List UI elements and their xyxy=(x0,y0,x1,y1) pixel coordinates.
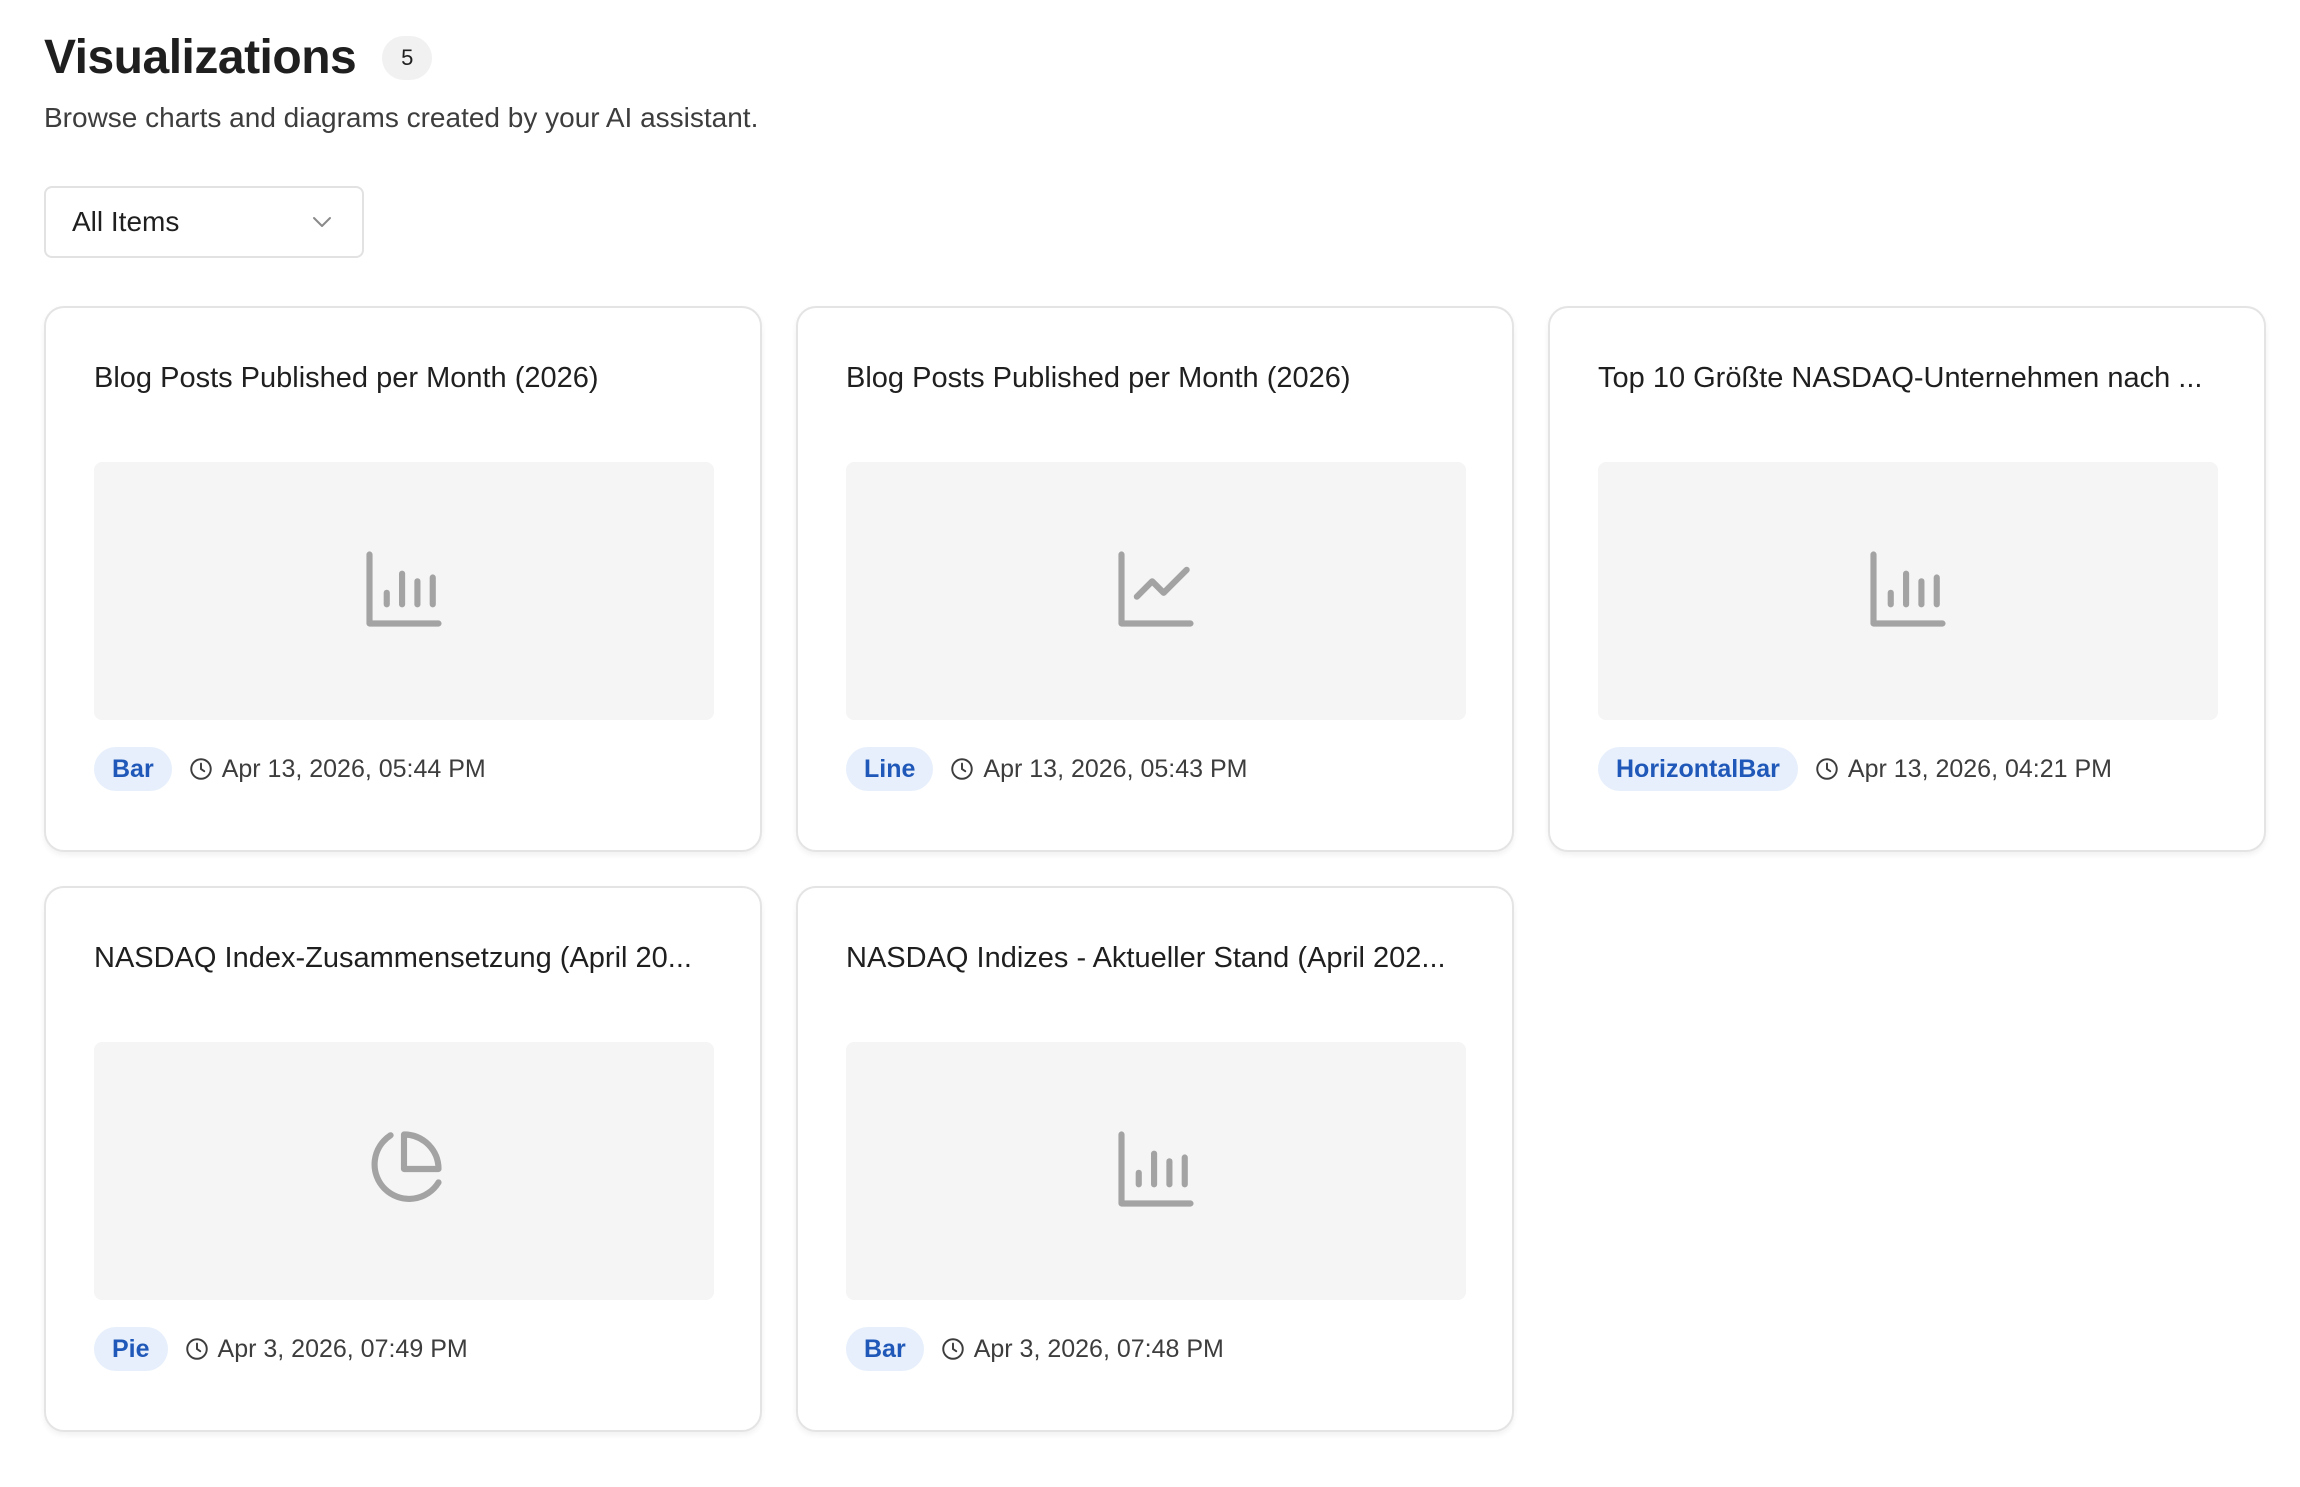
count-badge: 5 xyxy=(382,36,433,80)
card-meta: Pie Apr 3, 2026, 07:49 PM xyxy=(94,1326,712,1372)
card-meta: HorizontalBar Apr 13, 2026, 04:21 PM xyxy=(1598,746,2216,792)
timestamp-text: Apr 13, 2026, 05:43 PM xyxy=(983,754,1248,783)
card-thumbnail[interactable] xyxy=(94,462,714,720)
page-title: Visualizations xyxy=(44,31,357,84)
chart-type-badge: HorizontalBar xyxy=(1598,747,1798,791)
timestamp: Apr 3, 2026, 07:48 PM xyxy=(940,1335,1224,1364)
timestamp: Apr 13, 2026, 05:43 PM xyxy=(949,755,1247,784)
card-title: NASDAQ Indizes - Aktueller Stand (April … xyxy=(846,942,1446,974)
visualization-card[interactable]: NASDAQ Indizes - Aktueller Stand (April … xyxy=(796,886,1514,1432)
bar-chart-icon xyxy=(358,543,450,640)
clock-icon xyxy=(1814,756,1840,782)
timestamp: Apr 3, 2026, 07:49 PM xyxy=(184,1335,468,1364)
line-chart-icon xyxy=(1110,543,1202,640)
clock-icon xyxy=(188,756,214,782)
clock-icon xyxy=(940,1336,966,1362)
card-meta: Bar Apr 13, 2026, 05:44 PM xyxy=(94,746,712,792)
timestamp-text: Apr 13, 2026, 04:21 PM xyxy=(1847,754,2112,783)
card-meta: Line Apr 13, 2026, 05:43 PM xyxy=(846,746,1464,792)
visualization-card[interactable]: NASDAQ Index-Zusammensetzung (April 20..… xyxy=(44,886,762,1432)
chevron-down-icon xyxy=(310,210,334,234)
card-title: Top 10 Größte NASDAQ-Unternehmen nach ..… xyxy=(1598,362,2203,394)
chart-type-badge: Line xyxy=(846,747,934,791)
page-subtitle: Browse charts and diagrams created by yo… xyxy=(44,102,759,133)
timestamp-text: Apr 3, 2026, 07:49 PM xyxy=(217,1334,468,1363)
pie-chart-icon xyxy=(358,1123,450,1220)
visualization-card[interactable]: Blog Posts Published per Month (2026) Li… xyxy=(796,306,1514,852)
timestamp-text: Apr 13, 2026, 05:44 PM xyxy=(221,754,486,783)
header-row: Visualizations 5 xyxy=(44,30,2300,86)
visualization-card[interactable]: Top 10 Größte NASDAQ-Unternehmen nach ..… xyxy=(1548,306,2266,852)
bar-chart-icon xyxy=(1862,543,1954,640)
bar-chart-icon xyxy=(1110,1123,1202,1220)
filter-selected-label: All Items xyxy=(72,206,180,237)
card-title: Blog Posts Published per Month (2026) xyxy=(94,362,599,394)
visualizations-page: Visualizations 5 Browse charts and diagr… xyxy=(0,0,2300,1487)
filter-dropdown[interactable]: All Items xyxy=(44,186,364,258)
card-meta: Bar Apr 3, 2026, 07:48 PM xyxy=(846,1326,1464,1372)
clock-icon xyxy=(184,1336,210,1362)
chart-type-badge: Bar xyxy=(846,1327,924,1371)
visualization-card[interactable]: Blog Posts Published per Month (2026) Ba… xyxy=(44,306,762,852)
card-thumbnail[interactable] xyxy=(94,1042,714,1300)
clock-icon xyxy=(949,756,975,782)
timestamp: Apr 13, 2026, 04:21 PM xyxy=(1814,755,2112,784)
card-thumbnail[interactable] xyxy=(846,462,1466,720)
chart-type-badge: Pie xyxy=(94,1327,168,1371)
card-title: Blog Posts Published per Month (2026) xyxy=(846,362,1351,394)
timestamp: Apr 13, 2026, 05:44 PM xyxy=(188,755,486,784)
card-title: NASDAQ Index-Zusammensetzung (April 20..… xyxy=(94,942,692,974)
chart-type-badge: Bar xyxy=(94,747,172,791)
card-thumbnail[interactable] xyxy=(846,1042,1466,1300)
visualization-grid: Blog Posts Published per Month (2026) Ba… xyxy=(44,306,2268,1432)
timestamp-text: Apr 3, 2026, 07:48 PM xyxy=(973,1334,1224,1363)
card-thumbnail[interactable] xyxy=(1598,462,2218,720)
